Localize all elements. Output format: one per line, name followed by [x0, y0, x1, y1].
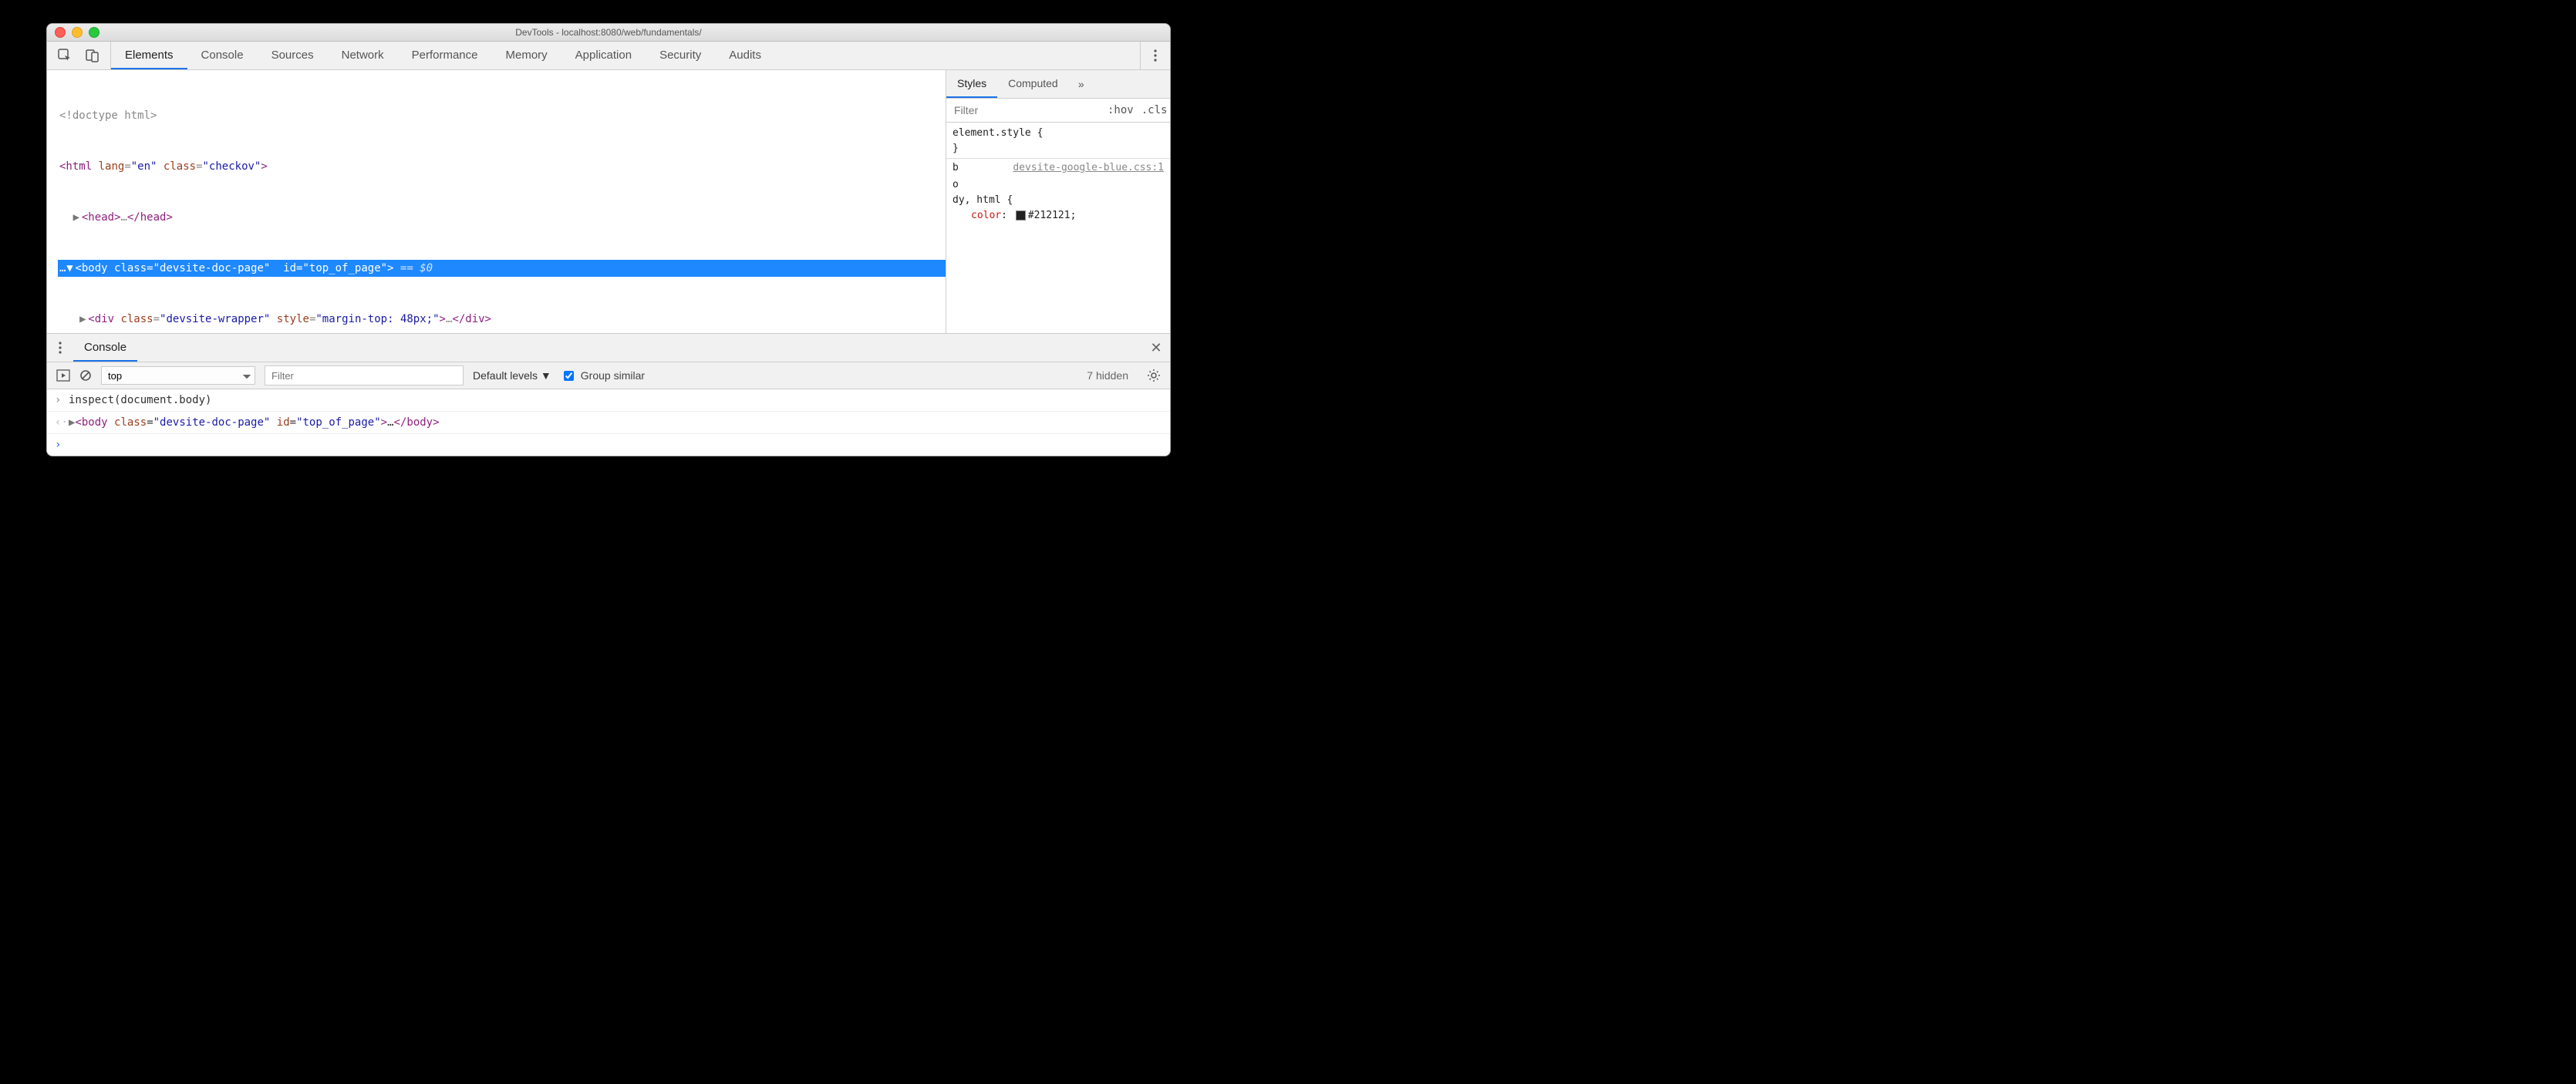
- css-val[interactable]: #212121;: [1028, 210, 1077, 221]
- tab-elements[interactable]: Elements: [111, 42, 187, 69]
- console-hidden-count[interactable]: 7 hidden: [1087, 369, 1128, 382]
- styles-sidebar: Styles Computed » :hov .cls + element.st…: [946, 70, 1170, 333]
- kebab-menu-icon[interactable]: [1140, 42, 1170, 69]
- styles-rules[interactable]: element.style { } b devsite-google-blue.…: [946, 123, 1170, 333]
- tab-performance[interactable]: Performance: [398, 42, 492, 69]
- console-drawer: Console ✕ top Default levels ▼ Group sim…: [47, 333, 1170, 456]
- console-prompt[interactable]: ›: [47, 434, 1170, 456]
- dom-body-selected[interactable]: …▼<body class="devsite-doc-page" id="top…: [58, 260, 946, 277]
- group-similar-input[interactable]: [564, 371, 574, 381]
- console-toolbar: top Default levels ▼ Group similar 7 hid…: [47, 362, 1170, 389]
- console-context-select[interactable]: top: [101, 366, 255, 385]
- window-title: DevTools - localhost:8080/web/fundamenta…: [47, 27, 1170, 38]
- inspect-element-icon[interactable]: [58, 49, 72, 62]
- console-body[interactable]: › inspect(document.body) ‹· ▶<body class…: [47, 389, 1170, 456]
- dom-div-wrapper[interactable]: ▶<div class="devsite-wrapper" style="mar…: [58, 311, 946, 328]
- drawer-tab-console[interactable]: Console: [73, 334, 137, 362]
- css-prop[interactable]: color: [971, 210, 1001, 221]
- styles-hov-button[interactable]: :hov: [1108, 104, 1134, 116]
- drawer-kebab-icon[interactable]: [47, 334, 73, 362]
- styles-cls-button[interactable]: .cls: [1141, 104, 1168, 116]
- tab-security[interactable]: Security: [646, 42, 715, 69]
- tab-application[interactable]: Application: [561, 42, 646, 69]
- console-settings-icon[interactable]: [1147, 369, 1161, 382]
- drawer-close-icon[interactable]: ✕: [1142, 334, 1170, 362]
- tab-memory[interactable]: Memory: [492, 42, 561, 69]
- color-swatch-icon[interactable]: [1016, 210, 1026, 221]
- styles-tab-computed[interactable]: Computed: [997, 70, 1069, 98]
- tab-console[interactable]: Console: [187, 42, 258, 69]
- rule-element-style[interactable]: element.style {: [953, 126, 1164, 141]
- styles-more-icon[interactable]: »: [1069, 70, 1094, 98]
- console-sidebar-toggle-icon[interactable]: [56, 369, 70, 382]
- dom-tree[interactable]: <!doctype html> <html lang="en" class="c…: [47, 70, 946, 333]
- console-result-line[interactable]: ‹· ▶<body class="devsite-doc-page" id="t…: [47, 412, 1170, 434]
- styles-tab-styles[interactable]: Styles: [946, 70, 997, 98]
- console-filter-input[interactable]: [265, 365, 464, 385]
- dom-html-open[interactable]: <html lang="en" class="checkov">: [58, 158, 946, 175]
- dom-head[interactable]: ▶<head>…</head>: [58, 209, 946, 226]
- tab-audits[interactable]: Audits: [715, 42, 775, 69]
- main-toolbar: Elements Console Sources Network Perform…: [47, 42, 1170, 70]
- console-input-line[interactable]: › inspect(document.body): [47, 389, 1170, 412]
- tab-network[interactable]: Network: [328, 42, 398, 69]
- titlebar: DevTools - localhost:8080/web/fundamenta…: [47, 24, 1170, 42]
- elements-panel: <!doctype html> <html lang="en" class="c…: [47, 70, 1170, 333]
- main-tabs: Elements Console Sources Network Perform…: [111, 42, 775, 69]
- group-similar-checkbox[interactable]: Group similar: [561, 369, 645, 383]
- rule-source-link[interactable]: devsite-google-blue.css:1: [1013, 160, 1164, 176]
- styles-filter-input[interactable]: [946, 104, 1101, 116]
- device-toggle-icon[interactable]: [86, 49, 99, 62]
- console-levels-select[interactable]: Default levels ▼: [473, 369, 551, 382]
- tab-sources[interactable]: Sources: [258, 42, 328, 69]
- clear-console-icon[interactable]: [79, 369, 92, 382]
- devtools-window: DevTools - localhost:8080/web/fundamenta…: [46, 23, 1171, 456]
- dom-doctype[interactable]: <!doctype html>: [58, 107, 946, 124]
